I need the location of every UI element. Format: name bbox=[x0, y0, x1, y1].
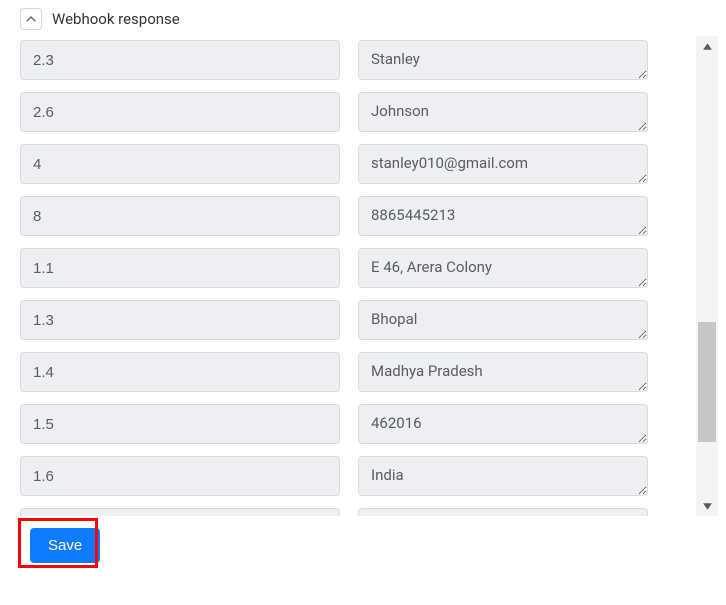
value-textarea[interactable]: E 46, Arera Colony bbox=[358, 248, 648, 288]
scrollbar-down-button[interactable] bbox=[696, 496, 718, 516]
mapping-row: Stanley bbox=[20, 40, 706, 80]
scrollbar-track[interactable] bbox=[696, 36, 718, 516]
value-textarea[interactable] bbox=[358, 508, 648, 516]
value-textarea[interactable]: Bhopal bbox=[358, 300, 648, 340]
scroll-area: Stanley Johnson stanley010@gmail.com 886… bbox=[0, 36, 726, 516]
key-input[interactable] bbox=[20, 40, 340, 80]
value-textarea[interactable]: Madhya Pradesh bbox=[358, 352, 648, 392]
mapping-row: Madhya Pradesh bbox=[20, 352, 706, 392]
mapping-row: 462016 bbox=[20, 404, 706, 444]
value-textarea[interactable]: Johnson bbox=[358, 92, 648, 132]
rows-container: Stanley Johnson stanley010@gmail.com 886… bbox=[0, 40, 726, 516]
mapping-row: 8865445213 bbox=[20, 196, 706, 236]
value-textarea[interactable]: India bbox=[358, 456, 648, 496]
chevron-up-icon bbox=[26, 14, 36, 24]
key-input[interactable] bbox=[20, 404, 340, 444]
mapping-row: E 46, Arera Colony bbox=[20, 248, 706, 288]
mapping-row: Bhopal bbox=[20, 300, 706, 340]
triangle-up-icon bbox=[702, 41, 713, 52]
mapping-row: stanley010@gmail.com bbox=[20, 144, 706, 184]
section-title: Webhook response bbox=[52, 10, 180, 28]
section-header: Webhook response bbox=[0, 0, 726, 36]
triangle-down-icon bbox=[702, 501, 713, 512]
key-input[interactable] bbox=[20, 508, 340, 516]
key-input[interactable] bbox=[20, 92, 340, 132]
value-textarea[interactable]: 462016 bbox=[358, 404, 648, 444]
mapping-row bbox=[20, 508, 706, 516]
footer: Save bbox=[0, 516, 726, 563]
key-input[interactable] bbox=[20, 248, 340, 288]
key-input[interactable] bbox=[20, 300, 340, 340]
key-input[interactable] bbox=[20, 196, 340, 236]
save-button[interactable]: Save bbox=[30, 528, 100, 563]
scrollbar-up-button[interactable] bbox=[696, 36, 718, 56]
key-input[interactable] bbox=[20, 352, 340, 392]
key-input[interactable] bbox=[20, 456, 340, 496]
value-textarea[interactable]: 8865445213 bbox=[358, 196, 648, 236]
mapping-row: Johnson bbox=[20, 92, 706, 132]
value-textarea[interactable]: Stanley bbox=[358, 40, 648, 80]
mapping-row: India bbox=[20, 456, 706, 496]
scrollbar-thumb[interactable] bbox=[698, 322, 716, 442]
key-input[interactable] bbox=[20, 144, 340, 184]
collapse-toggle-button[interactable] bbox=[20, 8, 42, 30]
value-textarea[interactable]: stanley010@gmail.com bbox=[358, 144, 648, 184]
